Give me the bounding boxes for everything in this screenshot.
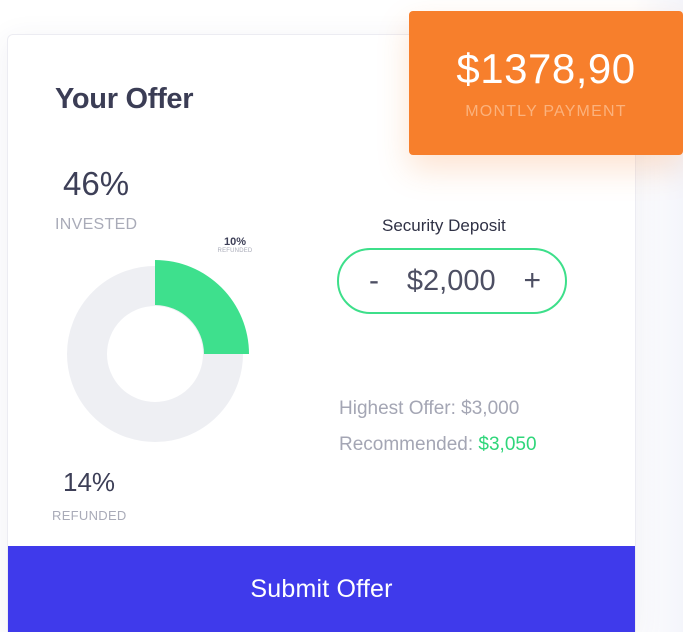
security-deposit-value: $2,000 [406,264,496,297]
highest-offer-line: Highest Offer: $3,000 [339,398,519,420]
security-deposit-stepper: - $2,000 + [337,248,567,314]
highest-offer-label: Highest Offer: [339,398,456,419]
allocation-donut-chart [67,260,249,442]
recommended-line: Recommended: $3,050 [339,434,537,456]
increment-button[interactable]: + [523,266,541,296]
invested-label: INVESTED [55,216,138,233]
highest-offer-value: $3,000 [461,398,520,419]
monthly-payment-caption: MONTLY PAYMENT [465,103,627,120]
donut-refunded-segment [155,260,249,354]
invested-percent: 46% [63,165,130,202]
chart-callout: 10% REFUNDED [213,236,257,254]
refunded-percent: 14% [63,467,116,497]
refunded-label: REFUNDED [52,508,127,523]
chart-callout-label: REFUNDED [217,248,253,254]
stage: Your Offer 46% INVESTED 10% REFUNDED 14%… [0,0,683,632]
submit-offer-button[interactable]: Submit Offer [8,546,635,632]
decrement-button[interactable]: - [369,266,379,296]
security-deposit-title: Security Deposit [382,216,506,235]
offer-title: Your Offer [55,83,194,115]
monthly-payment-amount: $1378,90 [456,45,636,92]
chart-callout-percent: 10% [223,236,247,248]
monthly-payment-badge: $1378,90 MONTLY PAYMENT [409,11,683,155]
recommended-value: $3,050 [478,434,537,455]
recommended-label: Recommended: [339,434,474,455]
